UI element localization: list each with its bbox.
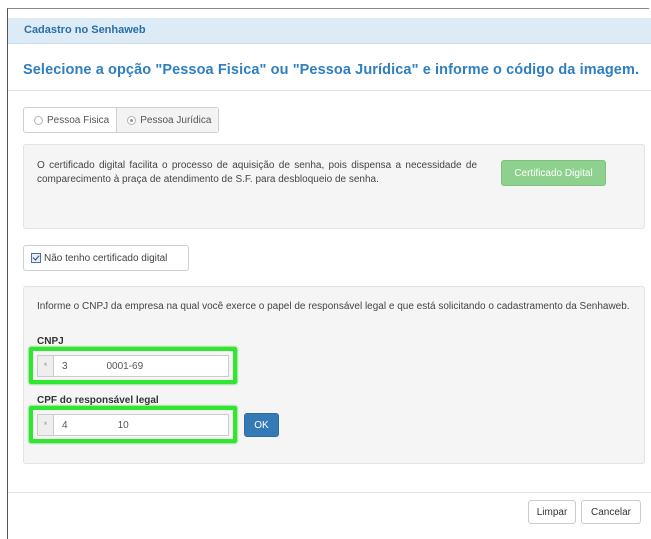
option-pessoa-juridica-label: Pessoa Jurídica [140,114,212,126]
cpf-required-marker: * [37,414,53,436]
clear-button[interactable]: Limpar [528,500,576,524]
radio-pessoa-fisica[interactable] [34,115,43,125]
cancel-button[interactable]: Cancelar [581,500,641,524]
option-pessoa-juridica[interactable]: Pessoa Jurídica [116,108,219,132]
no-certificate-toggle[interactable]: Não tenho certificado digital [23,245,189,271]
option-pessoa-fisica-label: Pessoa Fisica [47,114,110,126]
dialog-title-bar: Cadastro no Senhaweb [8,18,651,44]
radio-pessoa-juridica[interactable] [127,115,137,125]
dialog-title: Cadastro no Senhaweb [24,24,146,36]
certificate-description: O certificado digital facilita o process… [37,160,477,185]
option-pessoa-fisica[interactable]: Pessoa Fisica [24,108,116,132]
cpf-input[interactable]: 4 10 [53,414,229,436]
cnpj-required-marker: * [37,355,53,377]
no-certificate-checkbox[interactable] [31,253,41,263]
footer-divider [8,492,651,493]
cnpj-input-group: * 3 0001-69 [37,355,229,377]
cpf-input-group: * 4 10 [37,414,229,436]
page-heading: Selecione a opção "Pessoa Fisica" ou "Pe… [23,62,640,78]
certificate-panel: O certificado digital facilita o process… [23,144,645,229]
no-certificate-label: Não tenho certificado digital [44,252,168,264]
form-instructions: Informe o CNPJ da empresa na qual você e… [37,301,630,312]
cpf-label: CPF do responsável legal [37,395,159,406]
person-type-toggle: Pessoa Fisica Pessoa Jurídica [23,107,220,133]
ok-button[interactable]: OK [244,413,279,437]
cnpj-label: CNPJ [37,336,64,347]
cnpj-input[interactable]: 3 0001-69 [53,355,229,377]
heading-divider [8,90,651,91]
certificate-digital-button[interactable]: Certificado Digital [501,160,606,186]
